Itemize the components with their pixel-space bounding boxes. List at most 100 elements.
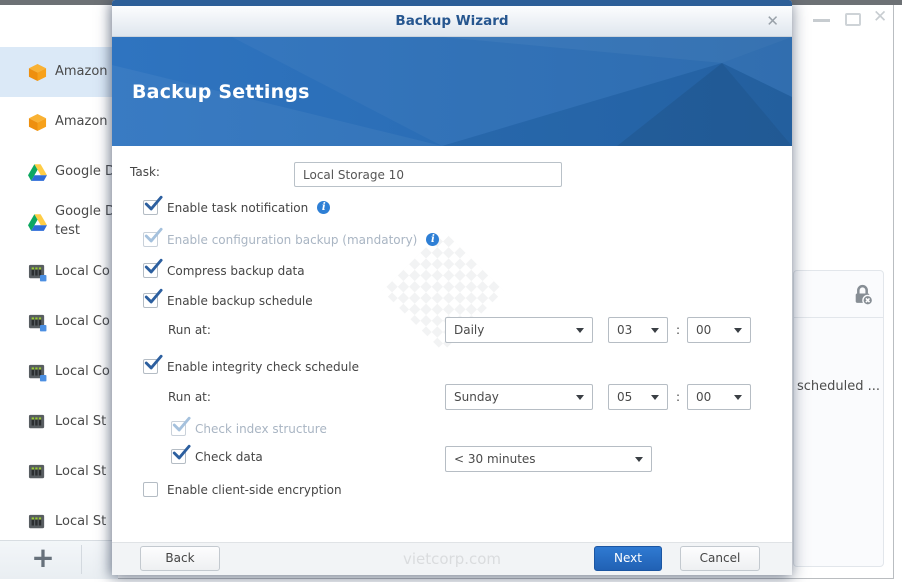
task-name-input[interactable] [294, 162, 562, 187]
checkbox-label[interactable]: Enable client-side encryption [167, 483, 342, 497]
backup-minute-select[interactable]: 00 [687, 317, 751, 343]
chevron-down-icon [734, 394, 742, 400]
chevron-down-icon [576, 394, 584, 400]
row-enable-client-side-encryption: Enable client-side encryption [143, 481, 342, 498]
checkbox-compress-backup-data[interactable] [143, 258, 163, 278]
dialog-titlebar[interactable]: Backup Wizard ✕ [112, 6, 792, 37]
task-status-panel: scheduled ... [793, 270, 884, 567]
run-at-label: Run at: [168, 390, 211, 404]
checkbox-label: Enable configuration backup (mandatory) [167, 232, 418, 247]
local-server-copy-icon [28, 263, 47, 282]
screen: ✕ Amazon Amazon Google D Google D test L… [0, 0, 902, 582]
task-sidebar: Amazon Amazon Google D Google D test Loc… [0, 5, 118, 540]
time-colon: : [676, 390, 681, 404]
local-server-copy-icon [28, 313, 47, 332]
close-icon[interactable]: ✕ [766, 12, 779, 30]
lock-disabled-icon [851, 283, 874, 306]
checkbox-label[interactable]: Compress backup data [167, 264, 305, 278]
sidebar-item-amazon-2[interactable]: Amazon [0, 97, 118, 147]
cancel-button[interactable]: Cancel [680, 546, 760, 571]
integrity-hour-select[interactable]: 05 [608, 384, 668, 410]
task-label: Task: [130, 165, 160, 179]
sidebar-item-google-drive-test[interactable]: Google D test [0, 197, 118, 247]
info-icon[interactable]: i [317, 201, 331, 214]
checkbox-check-index-structure [171, 416, 191, 436]
time-colon: : [676, 323, 681, 337]
checkbox-label[interactable]: Enable task notification [167, 201, 308, 215]
select-value: 00 [696, 323, 712, 337]
local-server-copy-icon [28, 363, 47, 382]
sidebar-item-label: Local Co [55, 313, 110, 329]
sidebar-item-label: Local Co [55, 263, 110, 279]
sidebar-item-label: Local St [55, 463, 107, 479]
check-data-duration-select[interactable]: < 30 minutes [445, 446, 652, 472]
select-value: 03 [617, 323, 633, 337]
sidebar-item-local-copy-1[interactable]: Local Co [0, 247, 118, 297]
run-at-label: Run at: [168, 323, 211, 337]
info-icon[interactable]: i [426, 233, 440, 246]
select-value: 05 [617, 390, 633, 404]
select-value: < 30 minutes [454, 452, 536, 466]
sidebar-item-label: Google D [55, 163, 115, 179]
select-value: 00 [696, 390, 712, 404]
dialog-header: Backup Settings [112, 37, 792, 146]
row-enable-integrity-check-schedule: Enable integrity check schedule [143, 354, 359, 375]
maximize-icon[interactable] [845, 13, 861, 26]
sidebar-item-local-copy-3[interactable]: Local Co [0, 347, 118, 397]
sidebar-item-google-drive-1[interactable]: Google D [0, 147, 118, 197]
local-server-icon [28, 463, 47, 482]
sidebar-item-local-copy-2[interactable]: Local Co [0, 297, 118, 347]
chevron-down-icon [651, 394, 659, 400]
row-check-data: Check data [171, 444, 263, 465]
chevron-down-icon [576, 327, 584, 333]
sidebar-item-label: Google D [55, 204, 115, 220]
sidebar-item-local-storage-1[interactable]: Local St [0, 397, 118, 447]
integrity-minute-select[interactable]: 00 [687, 384, 751, 410]
dialog-footer: vietcorp.com Back Next Cancel [112, 542, 792, 575]
amazon-cube-icon [28, 113, 47, 132]
row-enable-configuration-backup: Enable configuration backup (mandatory) … [143, 227, 440, 248]
sidebar-item-label: Amazon [55, 63, 108, 79]
checkbox-enable-client-side-encryption[interactable] [143, 482, 158, 497]
status-panel-header [794, 271, 883, 318]
checkbox-label[interactable]: Check data [195, 450, 263, 464]
add-task-button[interactable]: + [20, 542, 66, 576]
checkbox-label[interactable]: Enable integrity check schedule [167, 360, 359, 374]
checkbox-enable-integrity-check-schedule[interactable] [143, 354, 163, 374]
sidebar-item-label: Local St [55, 413, 107, 429]
sidebar-item-label-line2: test [55, 223, 80, 238]
sidebar-item-label: Local Co [55, 363, 110, 379]
checkbox-label[interactable]: Enable backup schedule [167, 294, 313, 308]
checkbox-label: Check index structure [195, 421, 327, 436]
sidebar-item-label: Local St [55, 513, 107, 529]
dialog-title: Backup Wizard [395, 13, 509, 29]
sidebar-item-label: Amazon [55, 113, 108, 129]
window-close-icon[interactable]: ✕ [873, 7, 887, 27]
chevron-down-icon [651, 327, 659, 333]
sidebar-item-local-storage-2[interactable]: Local St [0, 447, 118, 497]
row-enable-task-notification: Enable task notification i [143, 195, 331, 216]
next-button[interactable]: Next [594, 546, 662, 571]
checkbox-check-data[interactable] [171, 444, 191, 464]
minimize-icon[interactable] [813, 19, 830, 22]
backup-hour-select[interactable]: 03 [608, 317, 668, 343]
sidebar-footer: + [0, 540, 118, 579]
status-partial-text: scheduled ... [797, 379, 881, 394]
backup-frequency-select[interactable]: Daily [445, 317, 593, 343]
google-drive-icon [28, 163, 47, 182]
checkbox-enable-backup-schedule[interactable] [143, 288, 163, 308]
row-enable-backup-schedule: Enable backup schedule [143, 288, 313, 309]
checkbox-enable-task-notification[interactable] [143, 195, 163, 215]
sidebar-item-amazon-1[interactable]: Amazon [0, 47, 118, 97]
select-value: Daily [454, 323, 485, 337]
page-title: Backup Settings [132, 81, 310, 103]
sidebar-item-local-storage-3[interactable]: Local St [0, 497, 118, 540]
checkbox-enable-configuration-backup [143, 227, 163, 247]
row-compress-backup-data: Compress backup data [143, 258, 305, 279]
footer-divider [81, 545, 82, 574]
backup-settings-form: Task: Enable task notification i Enable … [112, 146, 792, 542]
back-button[interactable]: Back [140, 546, 220, 571]
integrity-frequency-select[interactable]: Sunday [445, 384, 593, 410]
backup-wizard-dialog: Backup Wizard ✕ Backup Settings Task: Lo… [112, 0, 792, 575]
google-drive-icon [28, 213, 47, 232]
